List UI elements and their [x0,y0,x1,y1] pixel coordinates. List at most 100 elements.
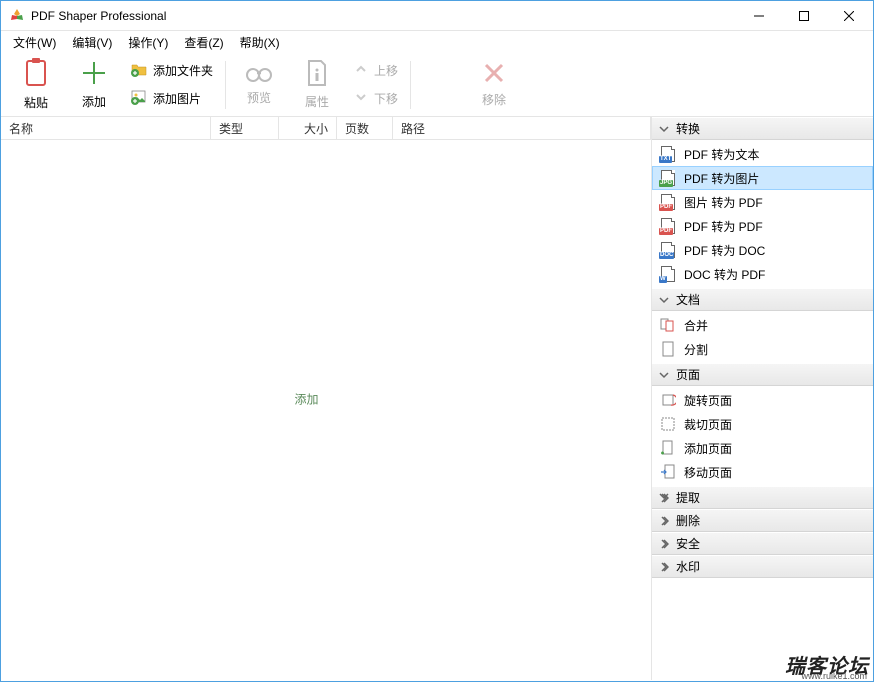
menu-edit[interactable]: 编辑(V) [64,32,120,53]
section-delete-header[interactable]: 删除 [652,509,873,532]
item-merge[interactable]: 合并 [652,313,873,337]
remove-button: 移除 [465,56,523,114]
remove-label: 移除 [482,91,506,108]
section-security-header[interactable]: 安全 [652,532,873,555]
glasses-icon [244,63,274,86]
section-extract-label: 提取 [676,489,700,506]
item-move-page[interactable]: 移动页面 [652,460,873,484]
chevron-down-icon [658,295,670,305]
chevron-up-icon [354,62,368,79]
column-name[interactable]: 名称 [1,117,211,139]
item-label: 添加页面 [684,440,732,457]
menu-help[interactable]: 帮助(X) [232,32,288,53]
chevron-right-icon [658,493,670,503]
side-panel: 转换 TXT PDF 转为文本 JPG PDF 转为图片 P [651,117,873,680]
chevron-right-icon [658,516,670,526]
add-image-label: 添加图片 [153,90,201,107]
item-image-to-pdf[interactable]: PDF 图片 转为 PDF [652,190,873,214]
merge-icon [660,317,676,333]
add-button[interactable]: 添加 [65,56,123,114]
item-label: PDF 转为 PDF [684,218,763,235]
pdf-icon: PDF [660,218,676,234]
item-label: 分割 [684,341,708,358]
properties-label: 属性 [305,93,329,110]
folder-plus-icon [131,61,147,80]
move-up-label: 上移 [374,62,398,79]
section-delete-label: 删除 [676,512,700,529]
add-label: 添加 [82,93,106,110]
add-image-button[interactable]: 添加图片 [127,88,217,110]
add-group: 添加文件夹 添加图片 [123,60,221,110]
x-icon [482,61,506,88]
preview-button: 预览 [230,56,288,114]
menu-view[interactable]: 查看(Z) [176,32,231,53]
close-button[interactable] [826,1,871,30]
item-add-page[interactable]: 添加页面 [652,436,873,460]
menu-file[interactable]: 文件(W) [5,32,64,53]
section-page: 页面 旋转页面 [652,363,873,486]
item-pdf-to-image[interactable]: JPG PDF 转为图片 [652,166,873,190]
column-size[interactable]: 大小 [279,117,337,139]
item-crop-page[interactable]: 裁切页面 [652,412,873,436]
add-folder-button[interactable]: 添加文件夹 [127,60,217,82]
menubar: 文件(W) 编辑(V) 操作(Y) 查看(Z) 帮助(X) [1,31,873,53]
preview-label: 预览 [247,89,271,106]
doc-icon: DOC [660,242,676,258]
section-extract-header[interactable]: 提取 [652,486,873,509]
section-watermark-header[interactable]: 水印 [652,555,873,578]
page-add-icon [660,440,676,456]
item-label: 移动页面 [684,464,732,481]
file-list-area: 名称 类型 大小 页数 路径 添加 [1,117,651,680]
move-up-button: 上移 [350,60,402,82]
item-label: PDF 转为文本 [684,146,759,163]
move-group: 上移 下移 [346,60,406,110]
chevron-down-icon [658,370,670,380]
item-pdf-to-doc[interactable]: DOC PDF 转为 DOC [652,238,873,262]
document-info-icon [305,59,329,90]
item-pdf-to-text[interactable]: TXT PDF 转为文本 [652,142,873,166]
item-label: DOC 转为 PDF [684,266,765,283]
item-label: 图片 转为 PDF [684,194,763,211]
jpg-icon: JPG [660,170,676,186]
titlebar: PDF Shaper Professional [1,1,873,31]
chevron-right-icon [658,562,670,572]
move-down-label: 下移 [374,90,398,107]
empty-hint-add[interactable]: 添加 [294,390,318,407]
chevron-down-icon [658,124,670,134]
item-doc-to-pdf[interactable]: W DOC 转为 PDF [652,262,873,286]
doc-icon: W [660,266,676,282]
paste-button[interactable]: 粘贴 [7,56,65,114]
item-label: 裁切页面 [684,416,732,433]
pdf-icon: PDF [660,194,676,210]
column-pages[interactable]: 页数 [337,117,393,139]
main-area: 名称 类型 大小 页数 路径 添加 转换 TXT PDF 转为文本 [1,117,873,680]
item-rotate-page[interactable]: 旋转页面 [652,388,873,412]
split-icon [660,341,676,357]
txt-icon: TXT [660,146,676,162]
toolbar: 粘贴 添加 添加文件夹 [1,53,873,117]
window-controls [736,1,871,30]
section-convert-label: 转换 [676,120,700,137]
minimize-button[interactable] [736,1,781,30]
window-title: PDF Shaper Professional [31,9,736,23]
column-type[interactable]: 类型 [211,117,279,139]
menu-action[interactable]: 操作(Y) [120,32,176,53]
separator [225,61,226,109]
item-split[interactable]: 分割 [652,337,873,361]
section-document: 文档 合并 [652,288,873,363]
section-page-header[interactable]: 页面 [652,363,873,386]
column-path[interactable]: 路径 [393,117,651,139]
section-watermark-label: 水印 [676,558,700,575]
item-pdf-to-pdf[interactable]: PDF PDF 转为 PDF [652,214,873,238]
section-convert-header[interactable]: 转换 [652,117,873,140]
item-label: PDF 转为图片 [684,170,759,187]
item-label: PDF 转为 DOC [684,242,765,259]
properties-button: 属性 [288,56,346,114]
section-document-header[interactable]: 文档 [652,288,873,311]
move-down-button: 下移 [350,88,402,110]
section-security-label: 安全 [676,535,700,552]
section-document-label: 文档 [676,291,700,308]
maximize-button[interactable] [781,1,826,30]
add-folder-label: 添加文件夹 [153,62,213,79]
section-page-label: 页面 [676,366,700,383]
